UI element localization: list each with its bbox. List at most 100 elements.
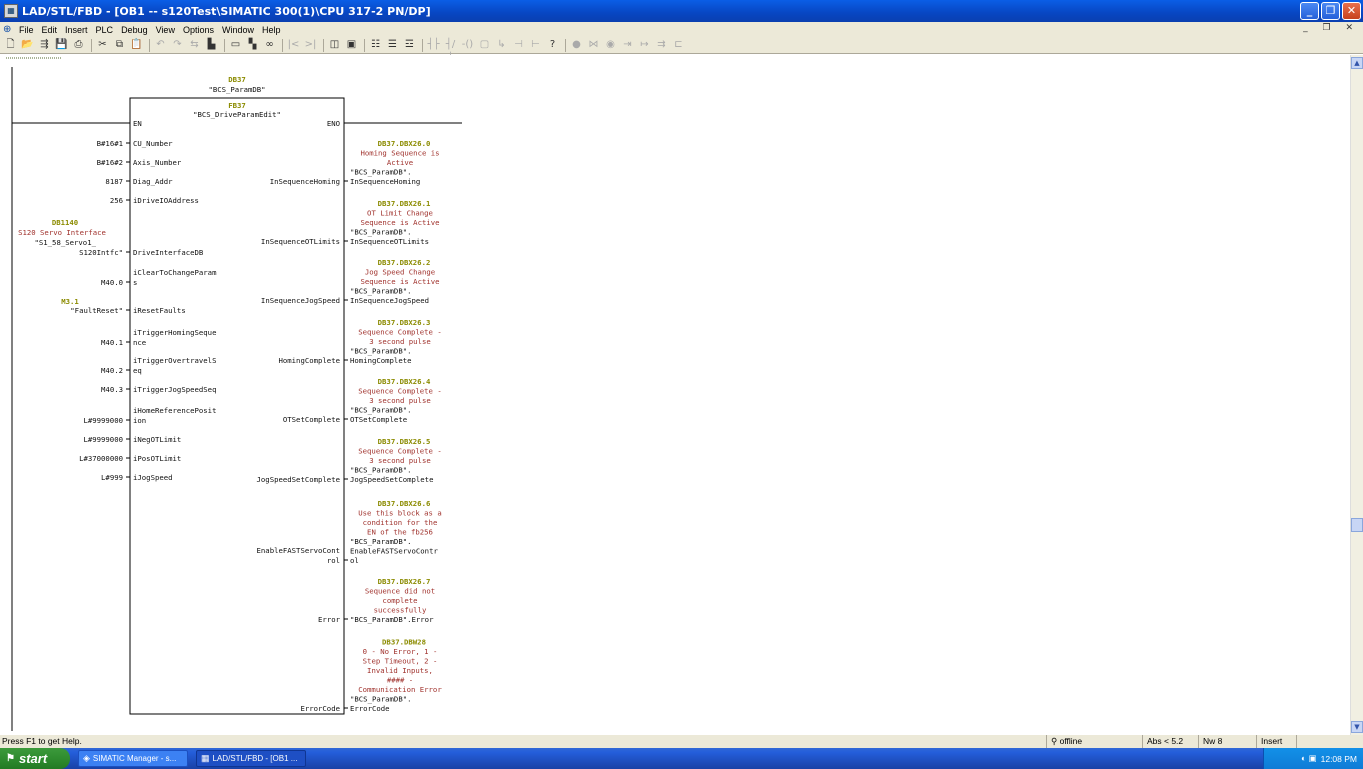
input-pin-label: Diag_Addr — [133, 177, 173, 186]
program-elements-icon[interactable]: ◫ — [327, 38, 342, 52]
go-online-icon[interactable]: ⇆ — [187, 38, 202, 52]
restore-button[interactable]: ❐ — [1321, 2, 1340, 20]
menu-edit[interactable]: Edit — [38, 25, 62, 35]
menu-window[interactable]: Window — [218, 25, 258, 35]
output-address: DB37.DBX26.1 — [378, 199, 431, 208]
vertical-scrollbar[interactable]: ▲ ▼ — [1350, 55, 1363, 735]
print-icon[interactable]: ⎙ — [71, 38, 86, 52]
download-icon[interactable]: ▙ — [204, 38, 219, 52]
network-icon: ⚲ — [1051, 736, 1060, 746]
symbol-icon[interactable]: ☰ — [385, 38, 400, 52]
output-pin-label: HomingComplete — [278, 356, 340, 365]
close-button[interactable]: ✕ — [1342, 2, 1361, 20]
toolbar: 🗋 📂 ⇶ 💾 ⎙ ✂ ⧉ 📋 ↶ ↷ ⇆ ▙ ▭ ▚ ∞ |< >| ◫ ▣ … — [0, 37, 1363, 64]
ladder-editor[interactable]: DB37 "BCS_ParamDB" FB37 "BCS_DriveParamE… — [0, 55, 1350, 735]
task-lad-stl-fbd[interactable]: ▦ LAD/STL/FBD - [OB1 ... — [196, 750, 306, 767]
status-help-text: Press F1 to get Help. — [2, 736, 82, 746]
db1140-address: DB1140 — [52, 218, 78, 227]
step-into-icon[interactable]: ↦ — [637, 38, 652, 52]
close-branch-icon[interactable]: ⊣ — [511, 38, 526, 52]
minimize-button[interactable]: _ — [1300, 2, 1319, 20]
menu-insert[interactable]: Insert — [61, 25, 92, 35]
windows-flag-icon: ⚑ — [6, 753, 15, 764]
breakpoint-icon[interactable]: ● — [569, 38, 584, 52]
next-network-icon[interactable]: >| — [303, 38, 318, 52]
en-pin: EN — [133, 119, 142, 128]
redo-icon[interactable]: ↷ — [170, 38, 185, 52]
save-icon[interactable]: 💾 — [54, 38, 69, 52]
step-over-icon[interactable]: ⇥ — [620, 38, 635, 52]
output-symbol: "BCS_ParamDB". — [350, 695, 412, 704]
start-button[interactable]: ⚑ start — [0, 748, 70, 769]
output-comment: 3 second pulse — [369, 337, 431, 346]
menu-help[interactable]: Help — [258, 25, 285, 35]
open-icon[interactable]: 📂 — [20, 38, 35, 52]
input-pin-label-cont: eq — [133, 366, 142, 375]
empty-box-icon[interactable]: ▢ — [477, 38, 492, 52]
scroll-thumb[interactable] — [1351, 518, 1363, 532]
input-pin-label: iTriggerHomingSeque — [133, 328, 216, 337]
scroll-down-icon[interactable]: ▼ — [1351, 721, 1363, 733]
output-symbol: EnableFASTServoContr — [350, 547, 438, 556]
copy-icon[interactable]: ⧉ — [112, 38, 127, 52]
output-symbol: "BCS_ParamDB".Error — [350, 615, 434, 624]
output-comment: Sequence Complete - — [358, 447, 441, 456]
output-symbol: ErrorCode — [350, 704, 390, 713]
db1140-symbol-2: S120Intfc" — [79, 248, 123, 257]
output-pins: InSequenceHoming"BCS_ParamDB".InSequence… — [257, 139, 443, 713]
input-operand: L#9999000 — [83, 416, 123, 425]
menu-plc[interactable]: PLC — [92, 25, 118, 35]
menu-view[interactable]: View — [152, 25, 179, 35]
input-operand: L#37000000 — [79, 454, 123, 463]
symbol-info-icon[interactable]: ☷ — [368, 38, 383, 52]
coil-icon[interactable]: -() — [460, 38, 475, 52]
document-icon[interactable]: ⊕ — [3, 24, 15, 35]
instance-db-address: DB37 — [228, 75, 246, 84]
breakpoint-bar-icon[interactable]: ⋈ — [586, 38, 601, 52]
output-comment: #### - — [387, 676, 413, 685]
no-contact-icon[interactable]: ┤├ — [426, 38, 441, 52]
clock: 12:08 PM — [1320, 753, 1357, 764]
cut-icon[interactable]: ✂ — [95, 38, 110, 52]
output-pin-label: JogSpeedSetComplete — [257, 475, 340, 484]
mdi-window-controls[interactable]: _ ❐ ✕ — [1303, 23, 1359, 33]
menu-options[interactable]: Options — [179, 25, 218, 35]
paste-icon[interactable]: 📋 — [129, 38, 144, 52]
taskbar: ⚑ start ◈ SIMATIC Manager - s... ▦ LAD/STL… — [0, 748, 1363, 769]
stop-debug-icon[interactable]: ⊏ — [671, 38, 686, 52]
undo-icon[interactable]: ↶ — [153, 38, 168, 52]
output-symbol: InSequenceOTLimits — [350, 237, 429, 246]
menu-file[interactable]: File — [15, 25, 38, 35]
accessible-nodes-icon[interactable]: ⇶ — [37, 38, 52, 52]
tray-icons[interactable]: ◐ ▣ — [1301, 753, 1317, 764]
task-simatic-manager[interactable]: ◈ SIMATIC Manager - s... — [78, 750, 188, 767]
scroll-up-icon[interactable]: ▲ — [1351, 57, 1363, 69]
output-pin-label: ErrorCode — [300, 704, 340, 713]
output-pin-label: InSequenceOTLimits — [261, 237, 340, 246]
connection-icon[interactable]: ⊢ — [528, 38, 543, 52]
overview-icon[interactable]: ▭ — [228, 38, 243, 52]
help-icon[interactable]: ? — [545, 38, 560, 52]
new-icon[interactable]: 🗋 — [3, 38, 18, 52]
glasses-icon[interactable]: ∞ — [262, 38, 277, 52]
details-icon[interactable]: ▣ — [344, 38, 359, 52]
input-pin-label: iHomeReferencePosit — [133, 406, 216, 415]
output-comment: Sequence Complete - — [358, 328, 441, 337]
resume-icon[interactable]: ⇉ — [654, 38, 669, 52]
input-pin-label-cont: nce — [133, 338, 146, 347]
output-symbol: "BCS_ParamDB". — [350, 347, 412, 356]
nc-contact-icon[interactable]: ┤/├ — [443, 38, 458, 64]
execute-next-icon[interactable]: ◉ — [603, 38, 618, 52]
ladder-app-icon[interactable]: ▦ — [4, 4, 18, 18]
input-operand: L#9999000 — [83, 435, 123, 444]
input-pin-label: CU_Number — [133, 139, 173, 148]
output-symbol: "BCS_ParamDB". — [350, 537, 412, 546]
monitor-icon[interactable]: ▚ — [245, 38, 260, 52]
previous-network-icon[interactable]: |< — [286, 38, 301, 52]
output-comment: Sequence did not — [365, 587, 435, 596]
output-address: DB37.DBW28 — [382, 638, 426, 647]
comment-icon[interactable]: ☲ — [402, 38, 417, 52]
open-branch-icon[interactable]: ↳ — [494, 38, 509, 52]
menu-debug[interactable]: Debug — [117, 25, 152, 35]
input-pin-label-cont: s — [133, 278, 137, 287]
